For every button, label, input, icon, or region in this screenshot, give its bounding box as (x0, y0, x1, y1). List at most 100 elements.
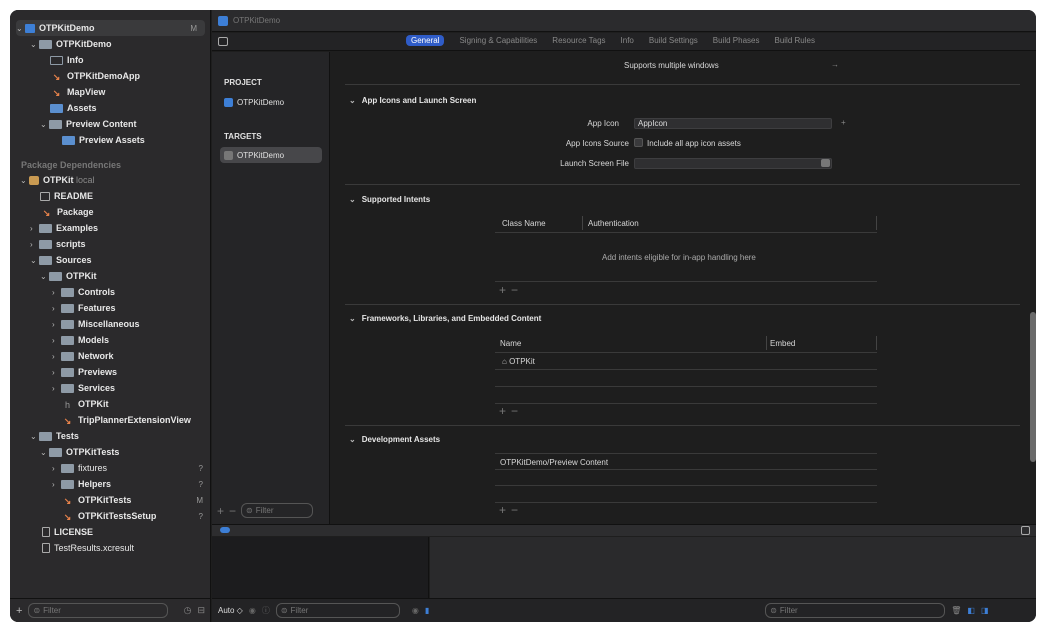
sidebar-toggle-icon[interactable] (218, 37, 228, 46)
info-icon[interactable]: ⓘ (262, 605, 270, 616)
nav-item-group[interactable]: › Helpers? (10, 476, 211, 492)
add-icon[interactable]: + (841, 118, 846, 127)
trash-icon[interactable]: 🗑︎ (951, 606, 961, 615)
chevron-right-icon[interactable]: › (52, 384, 61, 393)
tab-resource-tags[interactable]: Resource Tags (552, 36, 605, 45)
frameworks-add-remove[interactable]: +− (499, 404, 523, 418)
tab-general[interactable]: General (406, 35, 445, 46)
chevron-down-icon[interactable]: ⌄ (40, 272, 49, 281)
chevron-down-icon[interactable]: ⌄ (40, 120, 49, 129)
nav-item-file[interactable]: ↘ TripPlannerExtensionView (10, 412, 211, 428)
chevron-right-icon[interactable]: › (52, 352, 61, 361)
eye-icon[interactable]: ◉ (412, 606, 419, 615)
section-frameworks[interactable]: ⌄ Frameworks, Libraries, and Embedded Con… (349, 314, 541, 323)
breakpoint-icon[interactable] (220, 527, 230, 533)
nav-item-group[interactable]: ⌄ OTPKitTests (10, 444, 211, 460)
vertical-scrollbar[interactable] (1030, 312, 1036, 462)
nav-item-file[interactable]: ↘ MapView (10, 84, 211, 100)
tab-build-settings[interactable]: Build Settings (649, 36, 698, 45)
navigator-filter-field[interactable]: ⊜ Filter (28, 603, 169, 618)
add-icon[interactable]: + (16, 605, 22, 617)
nav-item-file[interactable]: Assets (10, 100, 211, 116)
split-left-icon[interactable]: ◧ (967, 606, 975, 615)
nav-item-group[interactable]: ⌄ OTPKit (10, 268, 211, 284)
nav-item-file[interactable]: ↘ Package (10, 204, 211, 220)
chevron-down-icon[interactable]: ⌄ (30, 40, 39, 49)
swift-icon: ↘ (42, 207, 51, 218)
nav-item-group[interactable]: › Previews (10, 364, 211, 380)
app-icon-label: App Icon (587, 119, 619, 128)
section-supported-intents[interactable]: ⌄ Supported Intents (349, 195, 430, 204)
intents-add-remove[interactable]: +− (499, 283, 523, 297)
nav-item-group[interactable]: › Models (10, 332, 211, 348)
chevron-down-icon[interactable]: ⌄ (40, 448, 49, 457)
nav-item-group[interactable]: › Miscellaneous (10, 316, 211, 332)
chevron-right-icon[interactable]: › (52, 480, 61, 489)
chevron-right-icon[interactable]: › (52, 288, 61, 297)
nav-item-file[interactable]: Preview Assets (10, 132, 211, 148)
chevron-right-icon[interactable]: › (30, 240, 39, 249)
add-target-icon[interactable]: + (217, 504, 224, 518)
nav-item-package[interactable]: ⌄ OTPKit local (10, 172, 211, 188)
trash-icon[interactable]: ▮ (425, 606, 429, 615)
tab-build-phases[interactable]: Build Phases (713, 36, 760, 45)
nav-item-group[interactable]: › Examples (10, 220, 211, 236)
variables-filter-field[interactable]: ⊜ Filter (275, 603, 400, 618)
include-app-icons-checkbox[interactable] (634, 138, 643, 147)
split-right-icon[interactable]: ◨ (981, 606, 989, 615)
nav-item-group[interactable]: › fixtures? (10, 460, 211, 476)
targets-filter-field[interactable]: ⊜ Filter (241, 503, 314, 518)
section-development-assets[interactable]: ⌄ Development Assets (349, 435, 440, 444)
chevron-right-icon[interactable]: › (52, 464, 61, 473)
chevron-down-icon[interactable]: ⌄ (16, 24, 25, 33)
eye-icon[interactable]: ◉ (249, 606, 256, 615)
tab-signing[interactable]: Signing & Capabilities (459, 36, 537, 45)
nav-item-file[interactable]: ↘ OTPKitTestsSetup? (10, 508, 211, 524)
folder-icon (61, 383, 74, 393)
chevron-down-icon[interactable]: ⌄ (30, 256, 39, 265)
nav-item-file[interactable]: h OTPKit (10, 396, 211, 412)
panel-toggle-icon[interactable] (1021, 526, 1030, 535)
console-filter-field[interactable]: ⊜ Filter (765, 603, 946, 618)
chevron-right-icon[interactable]: › (52, 368, 61, 377)
nav-item-file[interactable]: TestResults.xcresult (10, 540, 211, 556)
chevron-right-icon[interactable]: › (52, 336, 61, 345)
nav-item-group[interactable]: ⌄ OTPKitDemo (10, 36, 211, 52)
chevron-right-icon[interactable]: › (52, 320, 61, 329)
nav-item-label: LICENSE (54, 527, 94, 537)
tab-info[interactable]: Info (621, 36, 634, 45)
chevron-right-icon[interactable]: › (30, 224, 39, 233)
app-icon-field[interactable]: AppIcon (634, 118, 832, 129)
source-control-icon[interactable]: ⊟ (197, 605, 205, 616)
assets-add-remove[interactable]: +− (499, 503, 523, 517)
remove-target-icon[interactable]: − (229, 504, 236, 518)
project-item[interactable]: OTPKitDemo (220, 94, 322, 110)
nav-item-group[interactable]: › Controls (10, 284, 211, 300)
nav-item-group[interactable]: ⌄ Tests (10, 428, 211, 444)
nav-item-group[interactable]: › Network (10, 348, 211, 364)
editor-tab[interactable]: OTPKitDemo (233, 16, 280, 25)
nav-item-group[interactable]: › Features (10, 300, 211, 316)
recent-files-icon[interactable]: ◷ (184, 605, 192, 616)
development-asset-row[interactable]: OTPKitDemo/Preview Content (500, 458, 608, 467)
chevron-down-icon[interactable]: ⌄ (20, 176, 29, 185)
nav-item-group[interactable]: ⌄ Sources (10, 252, 211, 268)
nav-item-file[interactable]: README (10, 188, 211, 204)
nav-item-group[interactable]: › Services (10, 380, 211, 396)
tab-build-rules[interactable]: Build Rules (774, 36, 814, 45)
nav-item-file[interactable]: ↘ OTPKitTests M (10, 492, 211, 508)
dropdown-arrow-icon[interactable] (821, 159, 830, 167)
chevron-down-icon[interactable]: ⌄ (30, 432, 39, 441)
target-item[interactable]: OTPKitDemo (220, 147, 322, 163)
framework-row[interactable]: ⌂ OTPKit (502, 357, 535, 366)
nav-item-file[interactable]: Info (10, 52, 211, 68)
nav-item-file[interactable]: ↘ OTPKitDemoApp (10, 68, 211, 84)
nav-item-project-root[interactable]: ⌄ OTPKitDemo M (16, 20, 205, 36)
nav-item-group[interactable]: ⌄ Preview Content (10, 116, 211, 132)
nav-item-group[interactable]: › scripts (10, 236, 211, 252)
section-app-icons[interactable]: ⌄ App Icons and Launch Screen (349, 96, 476, 105)
chevron-right-icon[interactable]: › (52, 304, 61, 313)
nav-item-file[interactable]: LICENSE (10, 524, 211, 540)
auto-selector[interactable]: Auto ◇ (218, 606, 243, 615)
launch-screen-select[interactable] (634, 158, 832, 169)
